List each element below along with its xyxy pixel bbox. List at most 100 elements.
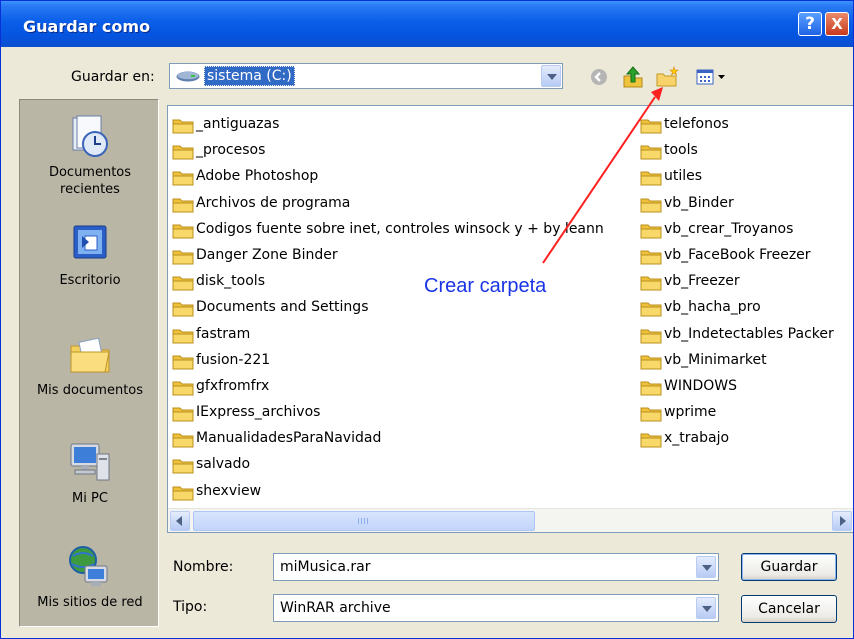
folder-name: disk_tools: [196, 273, 265, 290]
folder-icon: [172, 198, 194, 213]
folder-name: x_trabajo: [664, 430, 730, 447]
folder-icon: [640, 355, 662, 370]
folder-icon: [172, 486, 194, 501]
place-desktop[interactable]: Escritorio: [20, 222, 160, 289]
folder-name: shexview: [196, 482, 262, 499]
save-button[interactable]: Guardar: [741, 553, 837, 581]
recent-documents-icon: [72, 115, 108, 157]
folder-name: IExpress_archivos: [196, 404, 321, 421]
scroll-left-icon[interactable]: [170, 511, 190, 531]
folder-icon: [640, 119, 662, 134]
folder-name: tools: [664, 142, 698, 159]
folder-icon: [640, 381, 662, 396]
folder-icon: [172, 381, 194, 396]
back-icon[interactable]: [587, 65, 611, 89]
folder-icon: [640, 302, 662, 317]
folder-name: vb_Indetectables Packer: [664, 325, 834, 342]
my-computer-icon: [70, 443, 110, 481]
folder-icon: [172, 329, 194, 343]
save-as-dialog: Guardar como ? X Guardar en: sistema (C:…: [0, 0, 854, 639]
folder-icon: [172, 302, 194, 317]
help-button[interactable]: ?: [798, 12, 822, 36]
folder-name: fusion-221: [196, 351, 271, 368]
place-label: Documentos recientes: [48, 165, 132, 197]
folder-name: vb_crear_Troyanos: [664, 220, 794, 237]
folder-name: _antiguazas: [196, 116, 280, 132]
folder-icon: [172, 276, 194, 291]
folder-icon: [172, 433, 194, 448]
place-label: Mis sitios de red: [37, 595, 143, 610]
folder-icon: [640, 276, 662, 291]
folder-icon: [172, 250, 194, 265]
folder-name: vb_hacha_pro: [664, 299, 761, 316]
folder-icon: [640, 407, 662, 422]
folder-name: vb_FaceBook Freezer: [664, 246, 811, 263]
folder-name: vb_Freezer: [664, 273, 740, 290]
folder-icon: [172, 145, 194, 160]
scroll-thumb[interactable]: [193, 511, 535, 531]
filetype-select[interactable]: WinRAR archive: [273, 594, 719, 622]
folder-icon: [172, 119, 194, 134]
filetype-label: Tipo:: [173, 599, 208, 615]
new-folder-icon[interactable]: [655, 65, 679, 89]
places-bar: Documentos recientes Escritorio Mis docu…: [19, 99, 159, 627]
folder-name: vb_Minimarket: [664, 351, 767, 368]
folder-name: utiles: [664, 168, 703, 185]
filetype-value: WinRAR archive: [280, 600, 391, 616]
filename-input[interactable]: miMusica.rar: [273, 553, 719, 581]
save-in-dropdown[interactable]: sistema (C:): [169, 63, 563, 89]
folder-icon: [640, 171, 662, 186]
chevron-down-icon[interactable]: [696, 597, 716, 619]
folder-icon: [640, 198, 662, 213]
network-places-icon: [69, 546, 108, 586]
folder-name: fastram: [196, 325, 251, 342]
folder-name: telefonos: [664, 116, 729, 132]
folder-name: vb_Binder: [664, 194, 734, 211]
chevron-down-icon[interactable]: [696, 556, 716, 578]
help-icon: ?: [805, 14, 815, 34]
place-my-documents[interactable]: Mis documentos: [20, 332, 160, 399]
close-button[interactable]: X: [825, 12, 849, 36]
up-folder-icon[interactable]: [621, 65, 645, 89]
folder-name: Adobe Photoshop: [196, 168, 319, 185]
folder-icon: [172, 407, 194, 422]
drive-icon: [176, 71, 200, 82]
cancel-button[interactable]: Cancelar: [741, 595, 837, 623]
folder-icon: [172, 459, 194, 474]
my-documents-icon: [70, 337, 110, 373]
file-list[interactable]: _antiguazas _procesos Adobe Photoshop Archi…: [167, 105, 853, 533]
scroll-right-icon[interactable]: [832, 511, 852, 531]
close-icon: X: [831, 15, 843, 33]
horizontal-scrollbar[interactable]: [168, 508, 853, 532]
window-title: Guardar como: [23, 17, 151, 36]
place-label: Escritorio: [59, 273, 121, 288]
folder-icon: [172, 171, 194, 186]
title-bar[interactable]: Guardar como ? X: [1, 1, 853, 47]
place-my-computer[interactable]: Mi PC: [20, 440, 160, 507]
folder-icon: [172, 355, 194, 370]
folder-name: Documents and Settings: [196, 299, 369, 316]
chevron-down-icon[interactable]: [541, 65, 561, 87]
folder-name: Danger Zone Binder: [196, 246, 338, 263]
place-recent-documents[interactable]: Documentos recientes: [20, 114, 160, 198]
annotation-label: Crear carpeta: [424, 275, 547, 297]
folder-icon: [172, 224, 194, 239]
folder-name: WINDOWS: [664, 377, 737, 394]
desktop-icon: [73, 225, 107, 259]
folder-icon: [640, 250, 662, 265]
save-in-label: Guardar en:: [71, 69, 155, 85]
place-network[interactable]: Mis sitios de red: [20, 544, 160, 611]
folder-name: _procesos: [196, 142, 266, 159]
folder-name: Archivos de programa: [196, 194, 351, 211]
folder-name: salvado: [196, 456, 251, 473]
views-menu-icon[interactable]: [695, 65, 729, 89]
folder-icon: [640, 329, 662, 343]
place-label: Mi PC: [72, 491, 108, 506]
folder-name: Codigos fuente sobre inet, controles win…: [196, 220, 604, 237]
folder-icon: [640, 145, 662, 160]
folder-icon: [640, 433, 662, 448]
save-in-value: sistema (C:): [204, 66, 295, 86]
folder-name: ManualidadesParaNavidad: [196, 430, 382, 447]
filename-value: miMusica.rar: [280, 559, 371, 575]
folder-name: wprime: [664, 404, 717, 421]
